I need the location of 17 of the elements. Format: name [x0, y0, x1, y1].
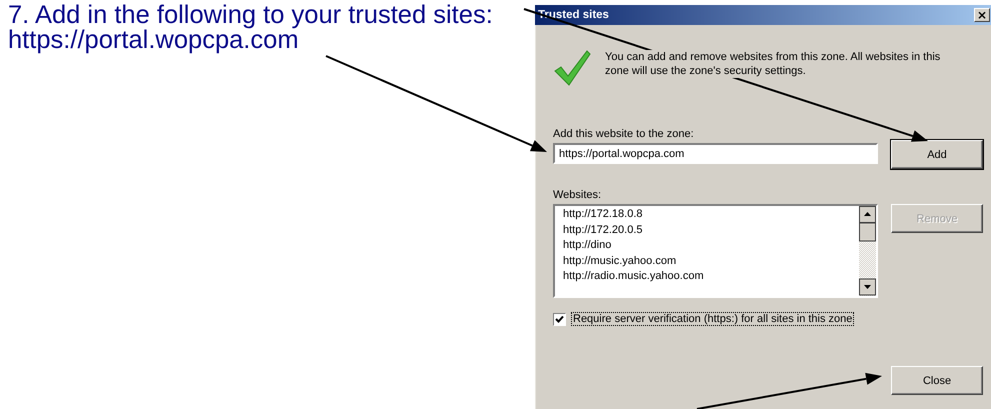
instruction-text: https://portal.wopcpa.com: [8, 28, 299, 53]
website-item[interactable]: http://172.20.0.5: [561, 222, 645, 238]
website-item[interactable]: http://dino: [561, 238, 614, 254]
website-item[interactable]: http://music.yahoo.com: [561, 254, 678, 270]
checkmark-icon: [553, 49, 591, 87]
list-label: Websites:: [553, 189, 602, 201]
checkbox-label[interactable]: Require server verification (https:) for all sites in this zone: [571, 312, 854, 326]
field-label: Add this website to the zone:: [553, 128, 695, 140]
close-dialog-button[interactable]: Close: [891, 366, 983, 395]
website-input-field[interactable]: https://portal.wopcpa.com: [553, 143, 878, 164]
scrollbar[interactable]: [859, 206, 876, 296]
instruction-text: 7. Add in the following to your trusted sites:: [8, 3, 493, 28]
checkbox[interactable]: [553, 312, 566, 326]
website-item[interactable]: http://radio.music.yahoo.com: [561, 269, 706, 285]
website-item[interactable]: http://172.18.0.8: [561, 207, 645, 223]
close-button[interactable]: ×: [974, 8, 990, 22]
add-button[interactable]: Add: [891, 140, 983, 169]
